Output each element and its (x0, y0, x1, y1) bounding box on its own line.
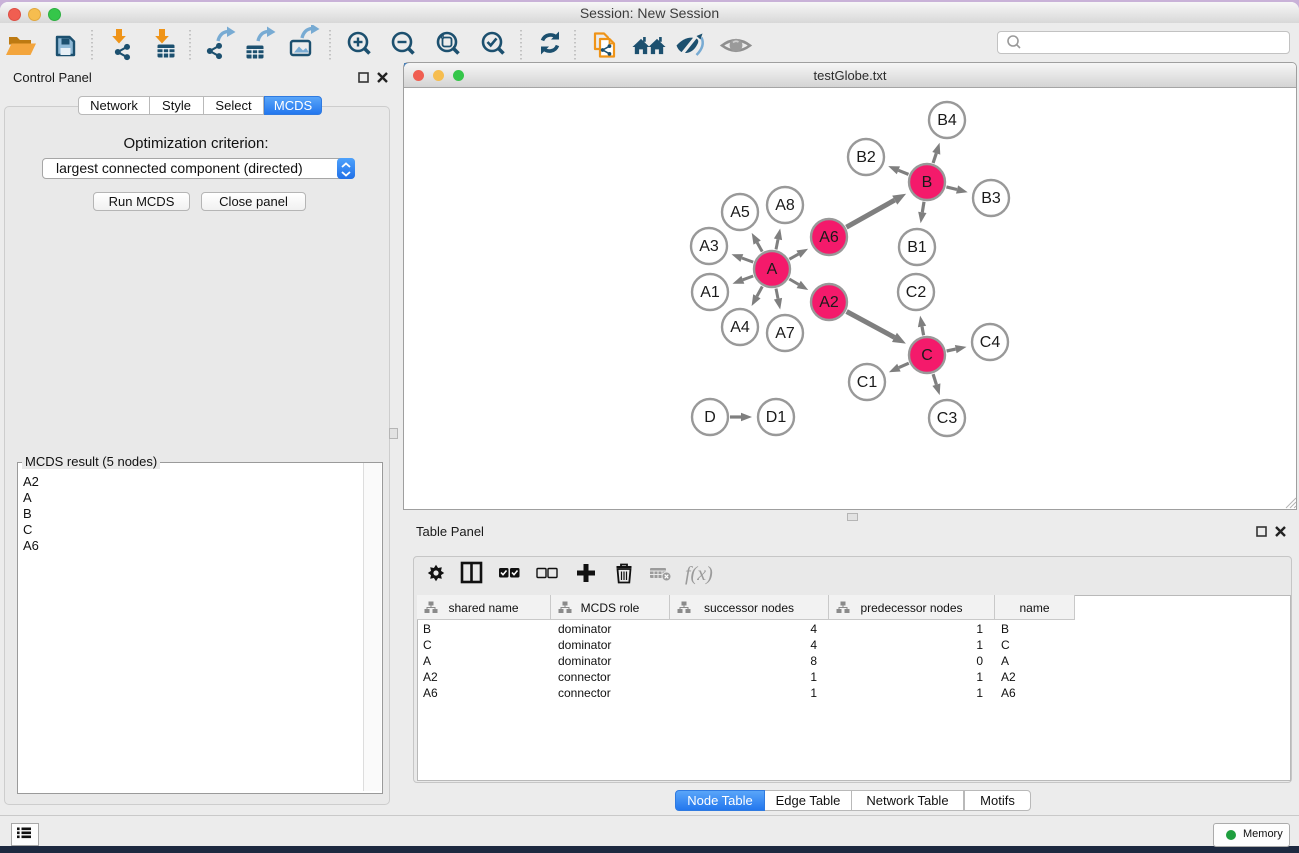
svg-text:C4: C4 (980, 334, 1001, 351)
svg-text:B: B (922, 174, 933, 191)
svg-text:C: C (921, 347, 933, 364)
svg-text:C3: C3 (937, 410, 958, 427)
svg-text:A6: A6 (819, 229, 839, 246)
svg-text:A5: A5 (730, 204, 750, 221)
svg-text:D1: D1 (766, 409, 787, 426)
svg-text:f(x): f(x) (685, 563, 713, 585)
svg-text:A8: A8 (775, 197, 795, 214)
svg-text:A2: A2 (819, 294, 839, 311)
svg-text:B2: B2 (856, 149, 876, 166)
svg-text:C1: C1 (857, 374, 878, 391)
svg-text:A7: A7 (775, 325, 795, 342)
svg-text:A1: A1 (700, 284, 720, 301)
svg-text:B3: B3 (981, 190, 1001, 207)
svg-text:D: D (704, 409, 716, 426)
svg-text:B1: B1 (907, 239, 927, 256)
svg-text:C2: C2 (906, 284, 927, 301)
svg-text:A3: A3 (699, 238, 719, 255)
svg-text:B4: B4 (937, 112, 957, 129)
svg-text:A4: A4 (730, 319, 750, 336)
svg-text:A: A (767, 261, 778, 278)
